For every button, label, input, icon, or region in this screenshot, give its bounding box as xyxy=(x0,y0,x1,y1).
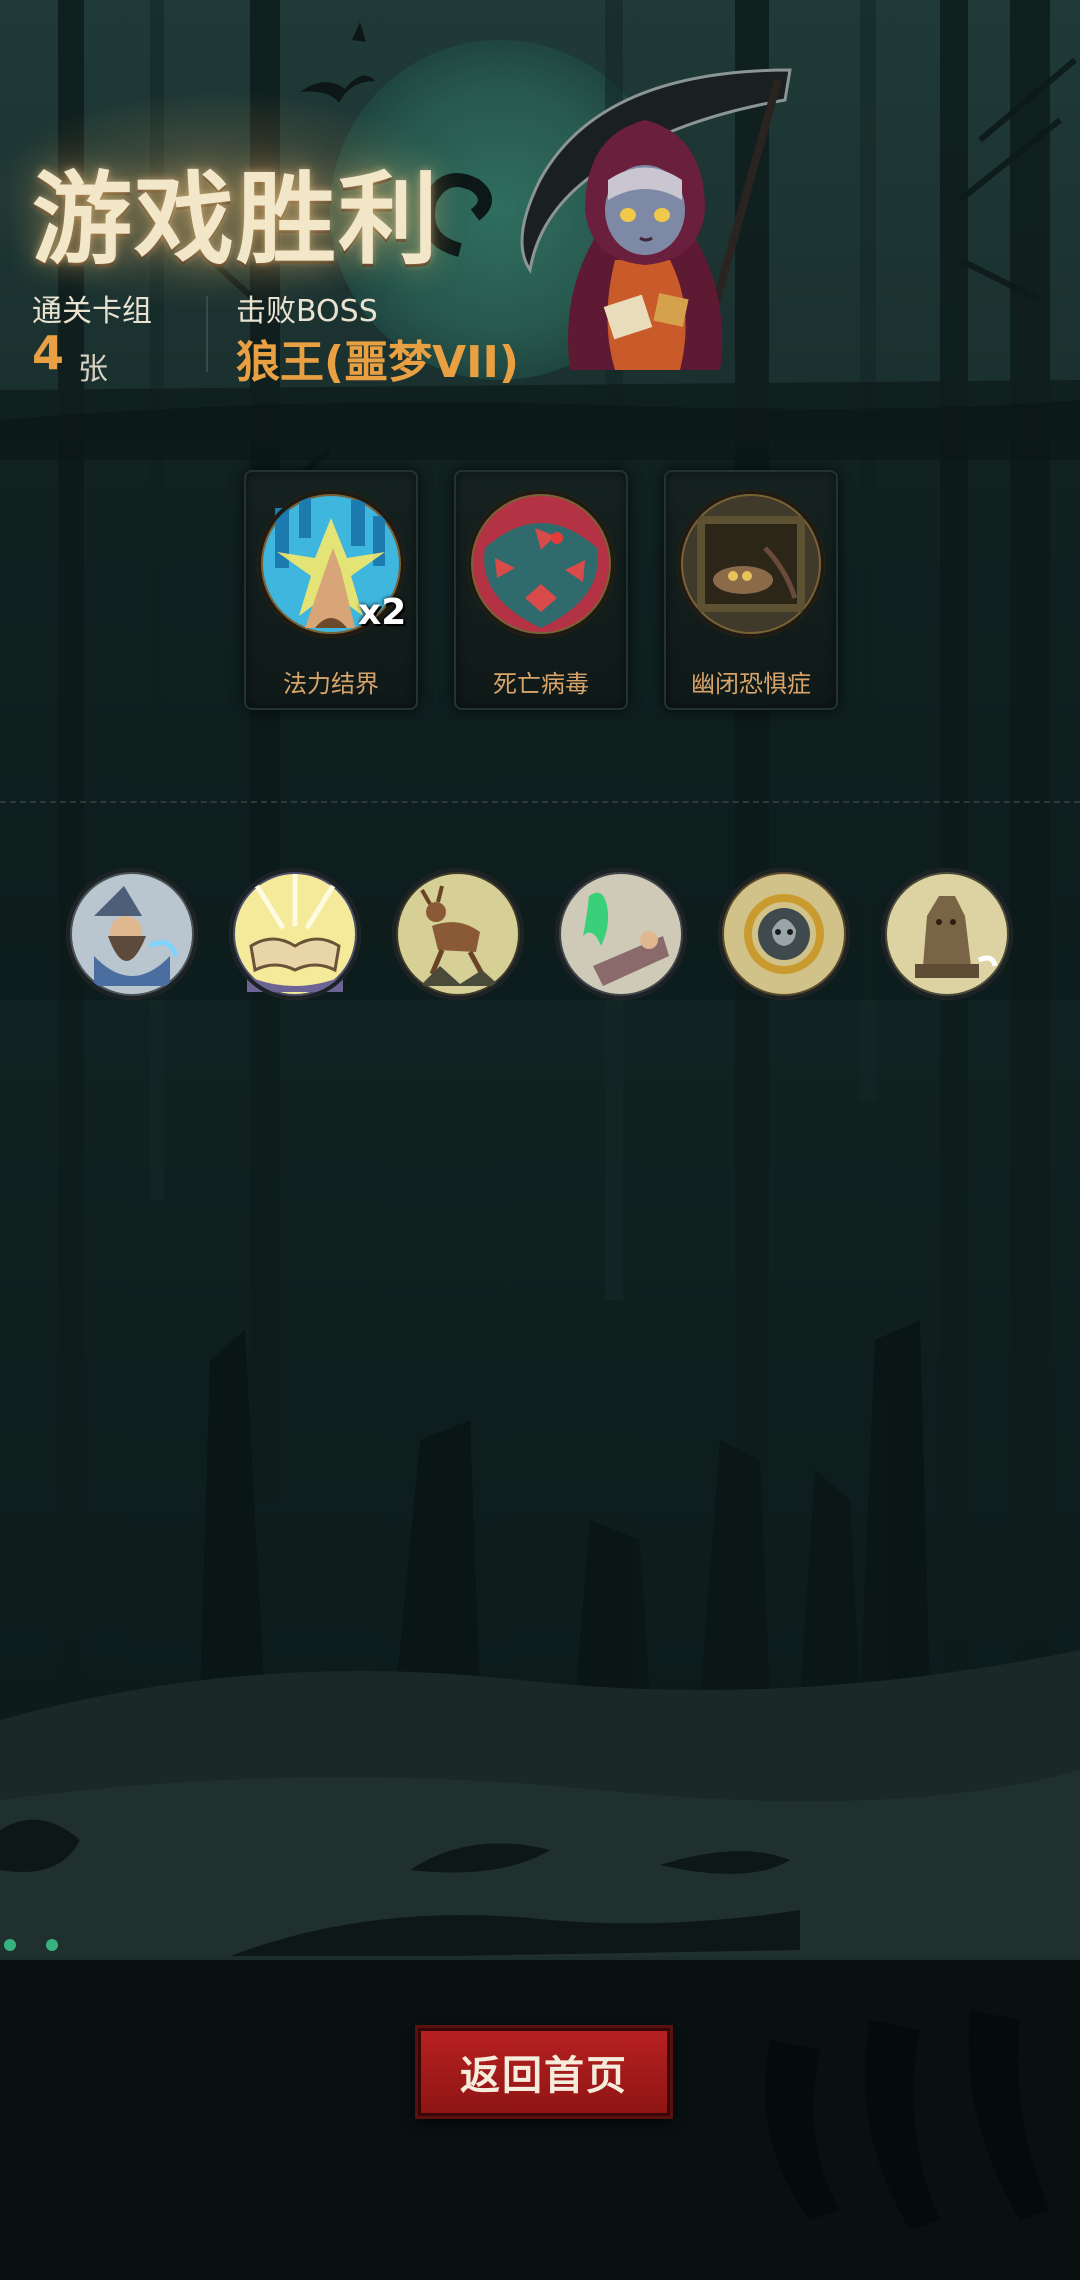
section-divider xyxy=(0,801,1080,803)
reward-card-death-virus[interactable]: 死亡病毒 xyxy=(454,470,628,710)
bottom-bar xyxy=(0,1960,1080,2280)
ghost-bed-icon[interactable] xyxy=(553,866,689,1002)
claustrophobia-coffin-icon xyxy=(677,490,825,638)
boss-name: 狼王(噩梦VII) xyxy=(236,337,520,388)
claw-marks-decoration xyxy=(765,2010,1050,2230)
reward-name: 法力结界 xyxy=(283,670,379,698)
deer-icon[interactable] xyxy=(390,866,526,1002)
victory-title: 游戏胜利 xyxy=(32,161,440,278)
wizard-icon[interactable] xyxy=(64,866,200,1002)
stone-statue-icon[interactable] xyxy=(879,866,1015,1002)
reward-name: 幽闭恐惧症 xyxy=(691,670,811,698)
deck-unit: 张 xyxy=(78,352,108,387)
stat-divider xyxy=(206,296,208,372)
skull-emblem-icon[interactable] xyxy=(716,866,852,1002)
boss-label: 击败BOSS xyxy=(236,294,378,329)
reward-name: 死亡病毒 xyxy=(493,670,589,698)
reward-card-claustrophobia[interactable]: 幽闭恐惧症 xyxy=(664,470,838,710)
deck-label: 通关卡组 xyxy=(32,294,152,329)
reward-card-mana-barrier[interactable]: x2 法力结界 xyxy=(244,470,418,710)
death-virus-monster-icon xyxy=(467,490,615,638)
return-home-button[interactable]: 返回首页 xyxy=(418,2028,670,2116)
reward-multiplier: x2 xyxy=(358,592,407,633)
deck-count: 4 xyxy=(32,326,65,380)
glowing-book-icon[interactable] xyxy=(227,866,363,1002)
